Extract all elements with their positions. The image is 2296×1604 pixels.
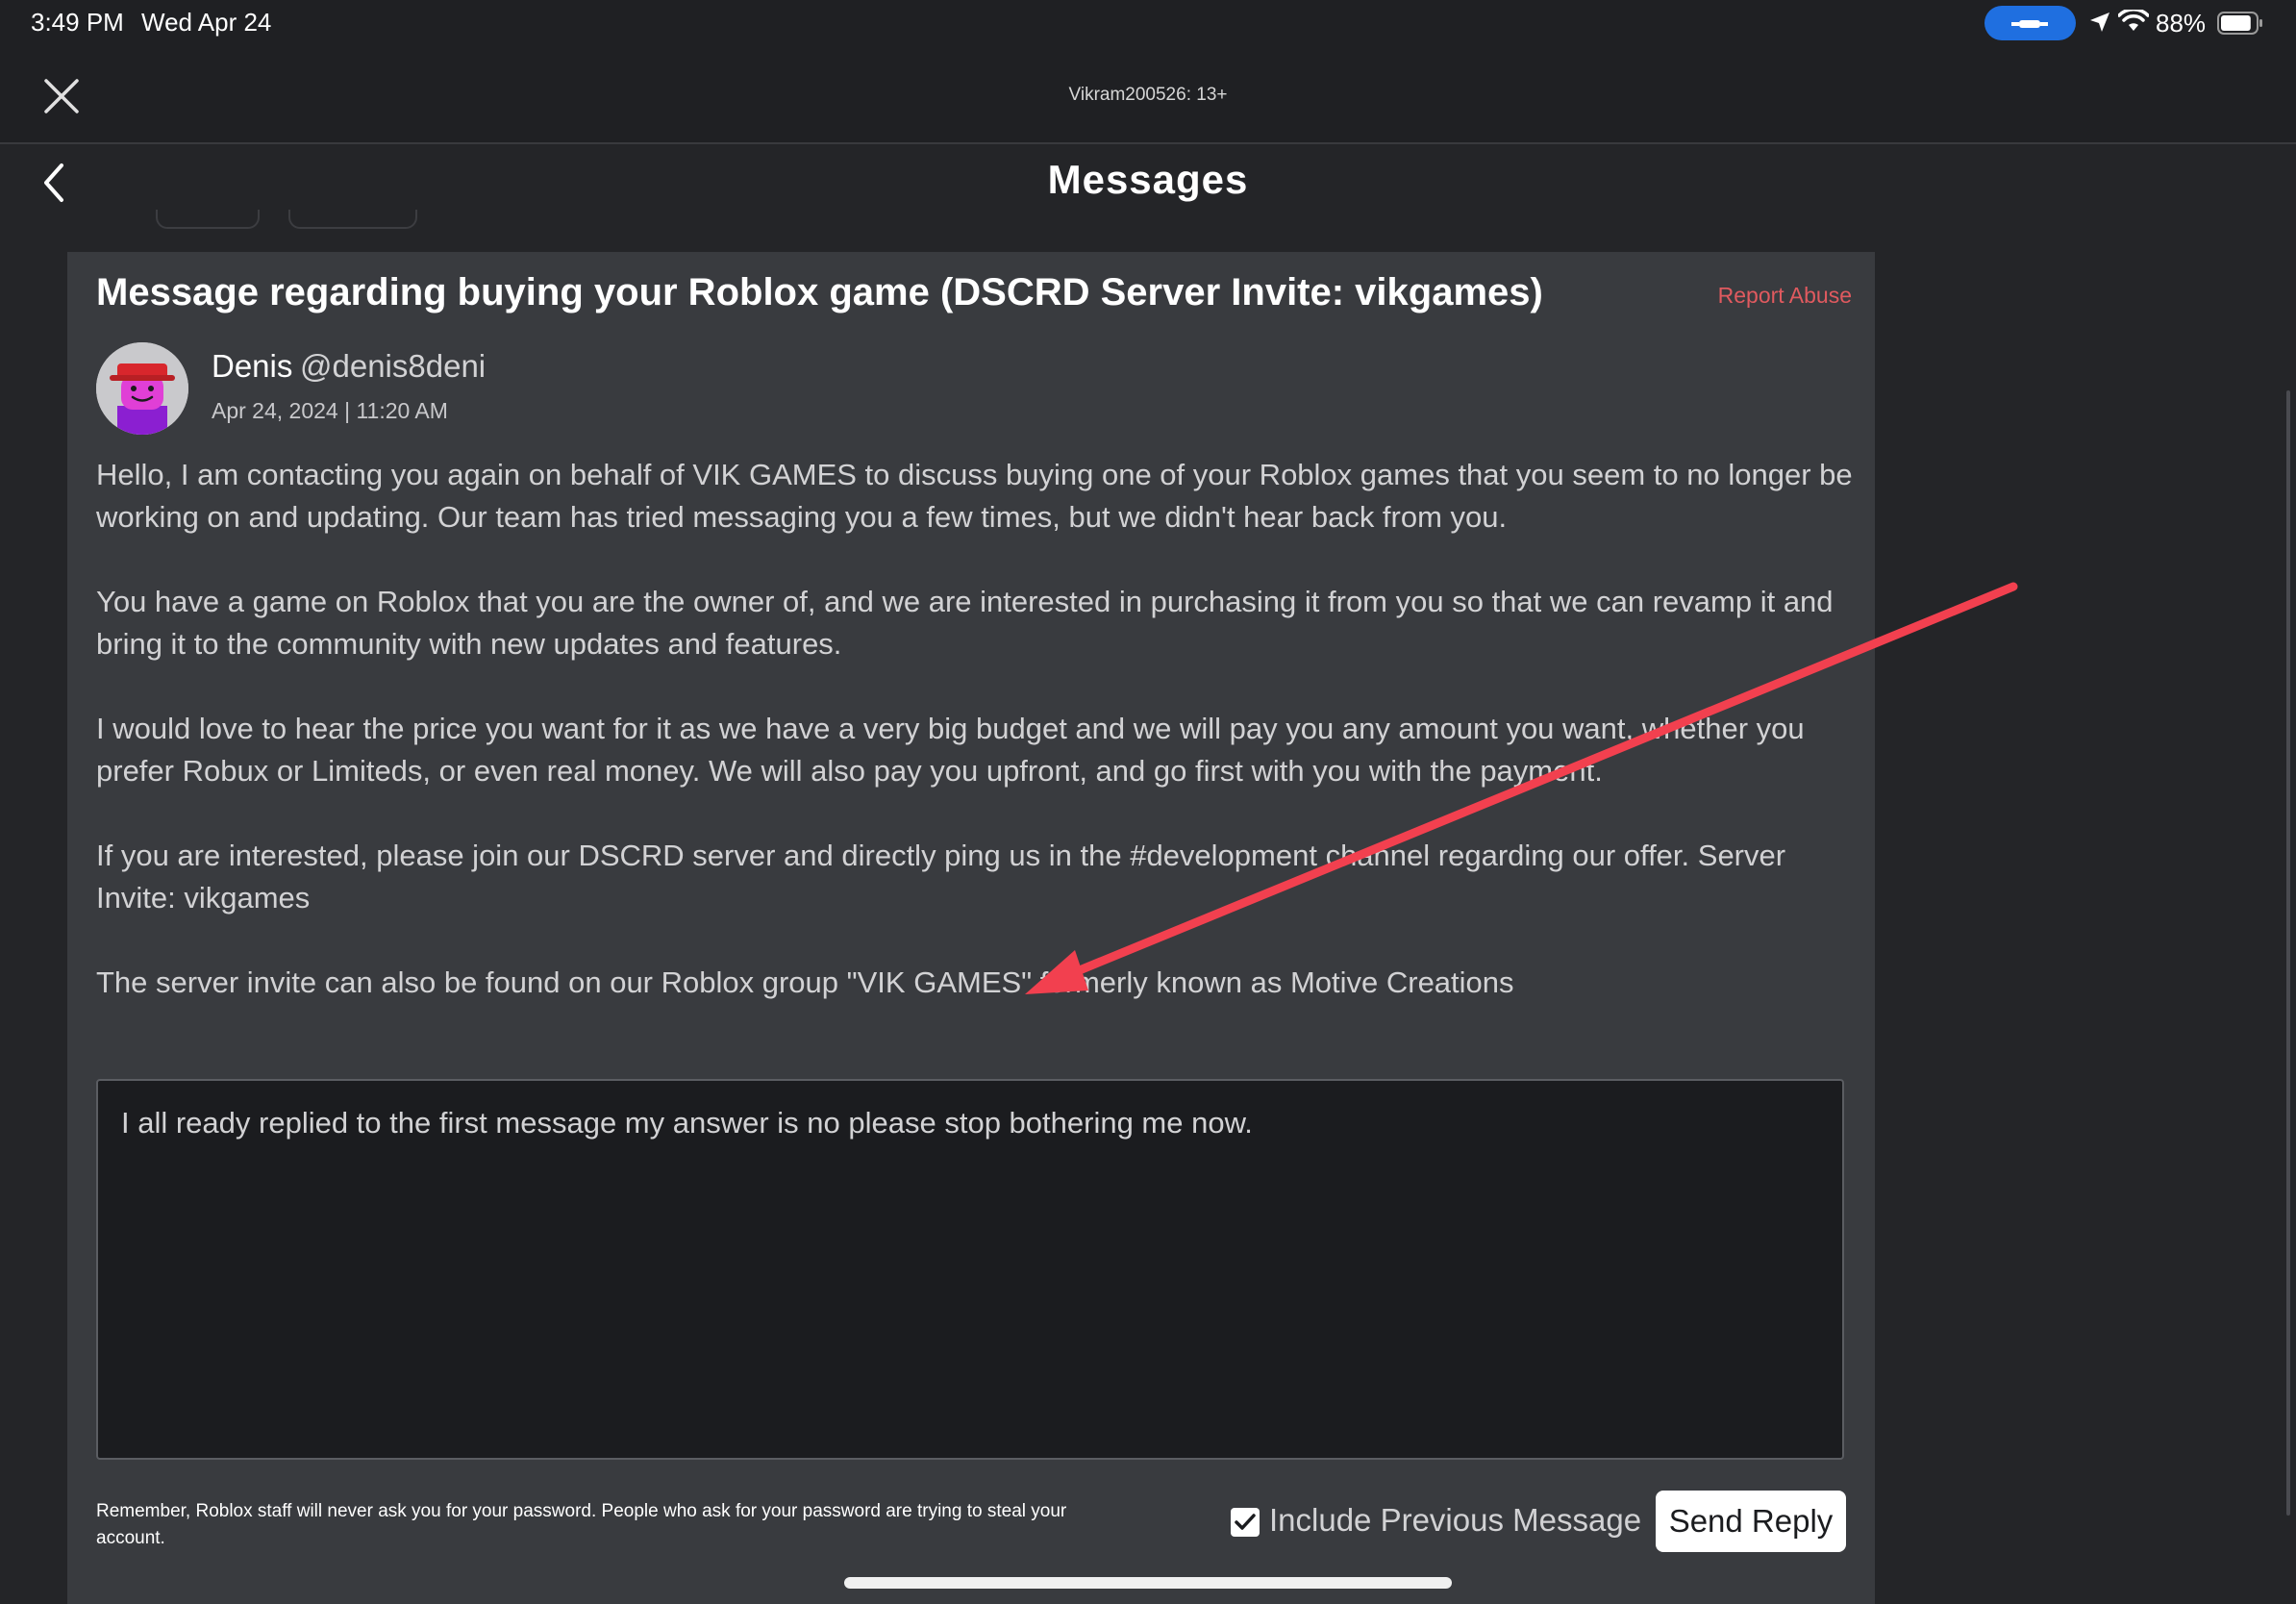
battery-percent: 88% bbox=[2156, 9, 2207, 38]
account-label: Vikram200526: 13+ bbox=[1068, 85, 1228, 105]
password-warning: Remember, Roblox staff will never ask yo… bbox=[96, 1501, 1067, 1548]
message-timestamp: Apr 24, 2024 | 11:20 AM bbox=[212, 398, 448, 423]
message-body: Hello, I am contacting you again on beha… bbox=[96, 454, 1865, 1046]
hidden-tab-edge bbox=[156, 210, 260, 229]
include-previous-checkbox[interactable] bbox=[1231, 1508, 1260, 1537]
charging-pill bbox=[1984, 6, 2076, 40]
scrollbar-thumb[interactable] bbox=[2286, 390, 2290, 1516]
status-date: Wed Apr 24 bbox=[141, 8, 272, 37]
sender-handle: @denis8deni bbox=[300, 348, 487, 384]
wifi-icon bbox=[2118, 10, 2149, 31]
plug-icon bbox=[2011, 20, 2048, 28]
location-arrow-icon bbox=[2090, 13, 2109, 32]
status-time: 3:49 PM bbox=[31, 8, 124, 37]
message-paragraph: If you are interested, please join our D… bbox=[96, 839, 1786, 915]
top-bar: Vikram200526: 13+ bbox=[0, 44, 2296, 144]
reply-textarea[interactable]: I all ready replied to the first message… bbox=[96, 1079, 1844, 1460]
roblox-avatar-icon[interactable] bbox=[96, 342, 188, 435]
message-paragraph: You have a game on Roblox that you are t… bbox=[96, 585, 1834, 661]
message-paragraph: Hello, I am contacting you again on beha… bbox=[96, 458, 1853, 534]
status-bar: 3:49 PM Wed Apr 24 88% bbox=[0, 0, 2296, 44]
checkmark-icon bbox=[1235, 1514, 1256, 1530]
home-indicator bbox=[844, 1577, 1452, 1589]
include-previous-label[interactable]: Include Previous Message bbox=[1269, 1502, 1641, 1539]
message-subject: Message regarding buying your Roblox gam… bbox=[96, 271, 1543, 313]
sender-name[interactable]: Denis bbox=[212, 348, 292, 385]
hidden-tab-edge bbox=[288, 210, 417, 229]
message-paragraph: The server invite can also be found on o… bbox=[96, 965, 1514, 999]
page-title: Messages bbox=[1047, 157, 1249, 202]
battery-icon bbox=[2217, 12, 2262, 35]
message-card: Message regarding buying your Roblox gam… bbox=[67, 252, 1875, 1604]
report-abuse-link[interactable]: Report Abuse bbox=[1718, 283, 1852, 309]
message-paragraph: I would love to hear the price you want … bbox=[96, 712, 1805, 788]
send-reply-button[interactable]: Send Reply bbox=[1656, 1491, 1846, 1552]
avatar-image bbox=[96, 342, 188, 435]
